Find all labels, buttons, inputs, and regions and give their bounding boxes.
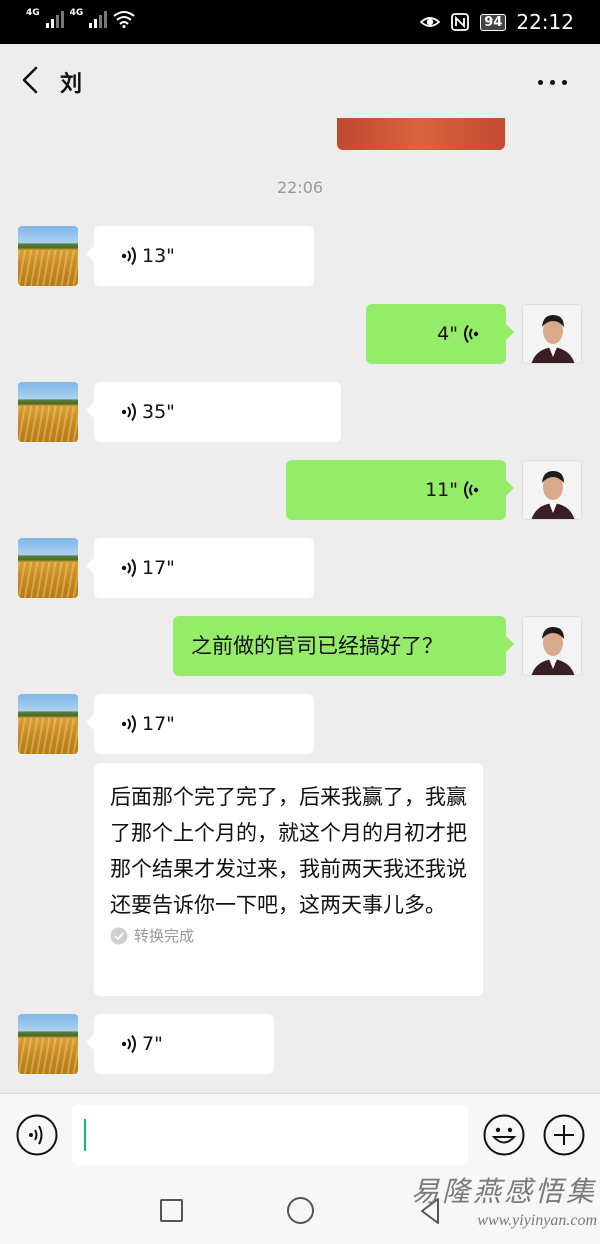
home-button[interactable] [287,1197,314,1224]
voice-toggle-icon[interactable] [16,1114,58,1156]
voice-message[interactable]: 17" [86,538,314,598]
voice-playback-icon [464,324,479,344]
chat-header: 刘 [0,44,600,118]
voice-message[interactable]: 7" [86,1014,274,1074]
eye-icon [420,17,441,27]
message-list[interactable]: 22:06 13" 4" 35" 11" 17" 之前做的官司已经搞好了？ 17… [0,118,600,1093]
message-timestamp: 22:06 [276,178,324,197]
watermark-chinese: 易隆燕感悟集 [410,1175,597,1208]
chevron-left-icon[interactable] [14,62,50,98]
voice-duration: 4" [437,323,458,345]
chat-title: 刘 [60,72,83,97]
transcript-status-label: 转换完成 [134,927,195,945]
contact-avatar[interactable] [18,382,78,442]
chat-input-bar [0,1093,600,1171]
emoji-icon[interactable] [483,1114,525,1156]
voice-transcript[interactable]: 后面那个完了完了，后来我赢了，我赢了那个上个月的，就这个月的月初才把那个结果才发… [94,763,483,996]
voice-playback-icon [121,246,136,266]
voice-playback-icon [464,480,479,500]
contact-avatar[interactable] [18,694,78,754]
plus-icon[interactable] [543,1114,585,1156]
voice-message[interactable]: 17" [86,694,314,754]
watermark-url: www.yiyinyan.com [477,1212,597,1229]
voice-duration: 13" [142,245,175,267]
my-avatar[interactable] [522,304,582,364]
network-type-2: 4G [69,8,84,18]
contact-avatar[interactable] [18,226,78,286]
my-avatar[interactable] [522,460,582,520]
more-dots-icon[interactable] [538,72,578,92]
contact-avatar[interactable] [18,538,78,598]
voice-message-sent[interactable]: 4" [366,304,514,364]
person-portrait-icon [523,617,581,675]
voice-playback-icon [121,558,136,578]
voice-duration: 17" [142,713,175,735]
status-time: 22:12 [516,10,574,34]
watermark: 易隆燕感悟集 www.yiyinyan.com [382,1170,597,1230]
nfc-icon [451,13,470,31]
voice-message[interactable]: 35" [86,382,341,442]
text-message-sent[interactable]: 之前做的官司已经搞好了？ [173,616,514,676]
wifi-icon [113,11,135,28]
image-message[interactable] [337,118,505,150]
person-portrait-icon [523,461,581,519]
my-avatar[interactable] [522,616,582,676]
voice-duration: 7" [142,1033,163,1055]
voice-duration: 11" [425,479,458,501]
voice-duration: 17" [142,557,175,579]
voice-playback-icon [121,1034,136,1054]
battery-level: 94 [480,13,507,31]
voice-message[interactable]: 13" [86,226,314,286]
network-type-1: 4G [26,8,40,18]
person-portrait-icon [523,305,581,363]
signal-strength-icon [45,10,64,28]
transcript-text: 后面那个完了完了，后来我赢了，我赢了那个上个月的，就这个月的月初才把那个结果才发… [110,785,467,917]
signal-strength-icon [89,10,108,28]
transcript-status: 转换完成 [110,925,469,946]
contact-avatar[interactable] [18,1014,78,1074]
voice-playback-icon [121,402,136,422]
message-input[interactable] [72,1105,468,1165]
text-caret [84,1119,86,1151]
recent-apps-button[interactable] [160,1199,183,1222]
voice-message-sent[interactable]: 11" [286,460,514,520]
voice-duration: 35" [142,401,175,423]
status-bar: 4G 4G 94 22:12 [0,0,600,44]
check-circle-icon [110,927,128,944]
voice-playback-icon [121,714,136,734]
